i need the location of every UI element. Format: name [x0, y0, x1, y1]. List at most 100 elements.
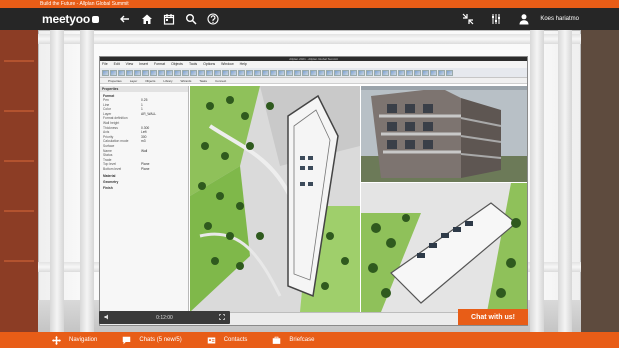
app-header: meetyoo Koes hariatmo [0, 8, 619, 30]
cad-tool-icon[interactable] [222, 69, 229, 76]
cad-tool-icon[interactable] [214, 69, 221, 76]
cad-tool-icon[interactable] [294, 69, 301, 76]
help-icon[interactable] [203, 9, 223, 29]
cad-menu-item[interactable]: Objects [171, 61, 183, 68]
meetyoo-logo[interactable]: meetyoo [42, 12, 99, 26]
booth-pillar-right [558, 30, 572, 332]
cad-tool-icon[interactable] [302, 69, 309, 76]
cad-tab[interactable]: Wizards [181, 78, 192, 83]
cad-tool-icon[interactable] [126, 69, 133, 76]
cad-tool-icon[interactable] [174, 69, 181, 76]
cad-tool-icon[interactable] [326, 69, 333, 76]
cad-menu-item[interactable]: Tools [189, 61, 197, 68]
cad-tool-icon[interactable] [110, 69, 117, 76]
cad-properties-panel: Properties Format Pen 0.25 Line 1 Color 1 Laye… [100, 86, 189, 312]
nav-contacts[interactable]: Contacts [207, 336, 247, 345]
user-name[interactable]: Koes hariatmo [540, 16, 579, 22]
volume-icon[interactable] [104, 314, 110, 322]
cad-tool-icon[interactable] [406, 69, 413, 76]
cad-tool-icon[interactable] [286, 69, 293, 76]
cad-tool-icon[interactable] [238, 69, 245, 76]
back-arrow-icon[interactable] [115, 9, 135, 29]
cad-tool-icon[interactable] [166, 69, 173, 76]
chat-bubble-icon [123, 336, 131, 344]
chat-with-us-button[interactable]: Chat with us! [458, 309, 528, 325]
cad-tab[interactable]: Library [163, 78, 172, 83]
presentation-screen[interactable]: Allplan 2021 - Allplan Global Summit Fil… [99, 56, 528, 326]
cad-menu-bar: File Edit View Insert Format Objects Tools Opti… [100, 61, 527, 68]
cad-tool-icon[interactable] [206, 69, 213, 76]
cad-tool-icon[interactable] [102, 69, 109, 76]
event-title-bar: Build the Future - Allplan Global Summit [0, 0, 619, 8]
props-value[interactable]: Plane [141, 167, 188, 172]
cad-tool-icon[interactable] [262, 69, 269, 76]
cad-tool-icon[interactable] [254, 69, 261, 76]
cad-tool-icon[interactable] [310, 69, 317, 76]
virtual-booth-stage: Allplan 2021 - Allplan Global Summit Fil… [0, 30, 619, 332]
event-title: Build the Future - Allplan Global Summit [40, 1, 129, 7]
home-icon[interactable] [137, 9, 157, 29]
cad-tool-icon[interactable] [366, 69, 373, 76]
cad-tool-icon[interactable] [438, 69, 445, 76]
search-icon[interactable] [181, 9, 201, 29]
props-section: Finish [103, 185, 113, 190]
cad-tool-icon[interactable] [446, 69, 453, 76]
settings-sliders-icon[interactable] [486, 9, 506, 29]
cad-menu-item[interactable]: Format [154, 61, 165, 68]
nav-navigation[interactable]: Navigation [52, 335, 98, 345]
fullscreen-icon[interactable] [219, 313, 225, 322]
logo-text: meetyoo [42, 12, 90, 26]
cad-tool-icon[interactable] [358, 69, 365, 76]
cad-tab[interactable]: Properties [108, 78, 122, 83]
cad-tool-icon[interactable] [270, 69, 277, 76]
cad-menu-item[interactable]: Options [203, 61, 215, 68]
cad-tool-icon[interactable] [334, 69, 341, 76]
booth-pillar-left [50, 30, 64, 332]
cad-tool-icon[interactable] [342, 69, 349, 76]
cad-menu-item[interactable]: Insert [139, 61, 148, 68]
props-row: Bottom level Plane [100, 167, 188, 172]
cad-menu-item[interactable]: View [126, 61, 134, 68]
nav-chats[interactable]: Chats (5 new/5) [122, 336, 182, 345]
cad-tool-icon[interactable] [398, 69, 405, 76]
cad-tab[interactable]: Layer [130, 78, 138, 83]
cad-tool-icon[interactable] [182, 69, 189, 76]
3d-building-viewport [361, 86, 527, 182]
right-scenery-decoration [581, 30, 619, 332]
playback-time: 0:12:00 [156, 314, 173, 321]
cad-tool-icon[interactable] [190, 69, 197, 76]
collapse-icon[interactable] [458, 9, 478, 29]
cad-tool-icon[interactable] [134, 69, 141, 76]
cad-tool-icon[interactable] [246, 69, 253, 76]
cad-tool-icon[interactable] [150, 69, 157, 76]
cad-tab[interactable]: Objects [145, 78, 155, 83]
cad-menu-item[interactable]: File [102, 61, 108, 68]
nav-navigation-label: Navigation [69, 337, 98, 343]
calendar-icon[interactable] [159, 9, 179, 29]
cad-tool-icon[interactable] [430, 69, 437, 76]
cad-menu-item[interactable]: Edit [114, 61, 120, 68]
cad-tab[interactable]: Connect [215, 78, 226, 83]
cad-tool-icon[interactable] [318, 69, 325, 76]
nav-briefcase[interactable]: Briefcase [272, 336, 314, 345]
cad-tool-icon[interactable] [390, 69, 397, 76]
cad-tool-icon[interactable] [374, 69, 381, 76]
cad-tool-icon[interactable] [422, 69, 429, 76]
cad-menu-item[interactable]: Help [240, 61, 247, 68]
3d-aerial-viewport [361, 183, 527, 312]
cad-tool-icon[interactable] [198, 69, 205, 76]
cad-tab[interactable]: Tasks [199, 78, 207, 83]
cad-tool-icon[interactable] [118, 69, 125, 76]
cad-tool-icon[interactable] [158, 69, 165, 76]
cad-tab-bar: Properties Layer Objects Library Wizards Task… [100, 78, 527, 84]
bottom-navigation-bar: Navigation Chats (5 new/5) Contacts Brie… [0, 332, 619, 348]
cad-tool-icon[interactable] [350, 69, 357, 76]
cad-menu-item[interactable]: Window [221, 61, 233, 68]
cad-tool-icon[interactable] [278, 69, 285, 76]
user-icon[interactable] [514, 9, 534, 29]
cad-tool-icon[interactable] [382, 69, 389, 76]
cad-tool-icon[interactable] [230, 69, 237, 76]
cad-tool-icon[interactable] [142, 69, 149, 76]
video-player-bar[interactable]: 0:12:00 [99, 311, 230, 324]
cad-tool-icon[interactable] [414, 69, 421, 76]
